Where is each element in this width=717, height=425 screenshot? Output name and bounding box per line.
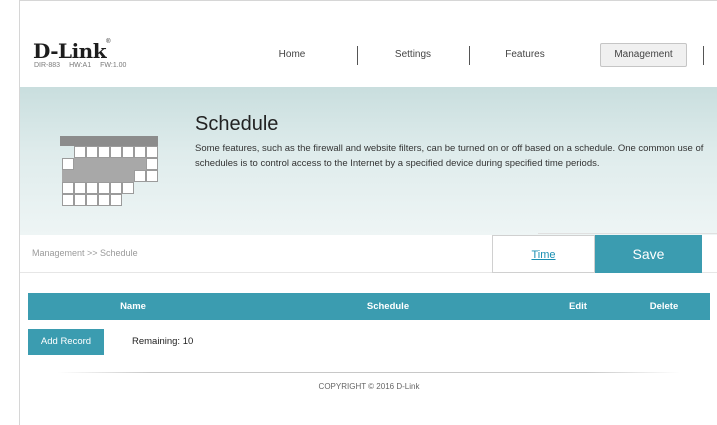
column-edit: Edit	[569, 301, 587, 312]
divider	[538, 233, 717, 234]
column-delete: Delete	[649, 301, 679, 312]
page-description: Some features, such as the firewall and …	[195, 143, 704, 169]
main-nav: Home Settings Features Management	[20, 43, 717, 67]
save-button[interactable]: Save	[595, 235, 702, 273]
footer-divider	[58, 372, 680, 373]
nav-features[interactable]: Features	[475, 43, 575, 67]
copyright: COPYRIGHT © 2016 D-Link	[318, 382, 420, 391]
nav-home[interactable]: Home	[242, 43, 342, 67]
schedule-table-header: Name Schedule Edit Delete	[28, 293, 710, 320]
nav-divider	[703, 46, 704, 65]
calendar-icon	[60, 136, 158, 211]
nav-divider	[469, 46, 470, 65]
remaining-count: Remaining: 10	[132, 336, 194, 347]
column-schedule: Schedule	[366, 301, 410, 312]
page-title: Schedule	[195, 113, 279, 135]
router-admin-page: D-Link® DIR-883 HW:A1 FW:1.00 Home Setting…	[19, 0, 717, 425]
breadcrumb-bar: Management >> Schedule Time Save	[20, 235, 717, 273]
header: D-Link® DIR-883 HW:A1 FW:1.00 Home Setting…	[20, 1, 717, 87]
page-banner: Schedule Some features, such as the fire…	[20, 87, 717, 235]
column-name: Name	[120, 301, 146, 312]
time-link[interactable]: Time	[492, 235, 595, 273]
nav-management[interactable]: Management	[600, 43, 687, 67]
add-record-button[interactable]: Add Record	[28, 329, 104, 355]
breadcrumb: Management >> Schedule	[32, 248, 138, 258]
nav-settings[interactable]: Settings	[358, 43, 468, 67]
